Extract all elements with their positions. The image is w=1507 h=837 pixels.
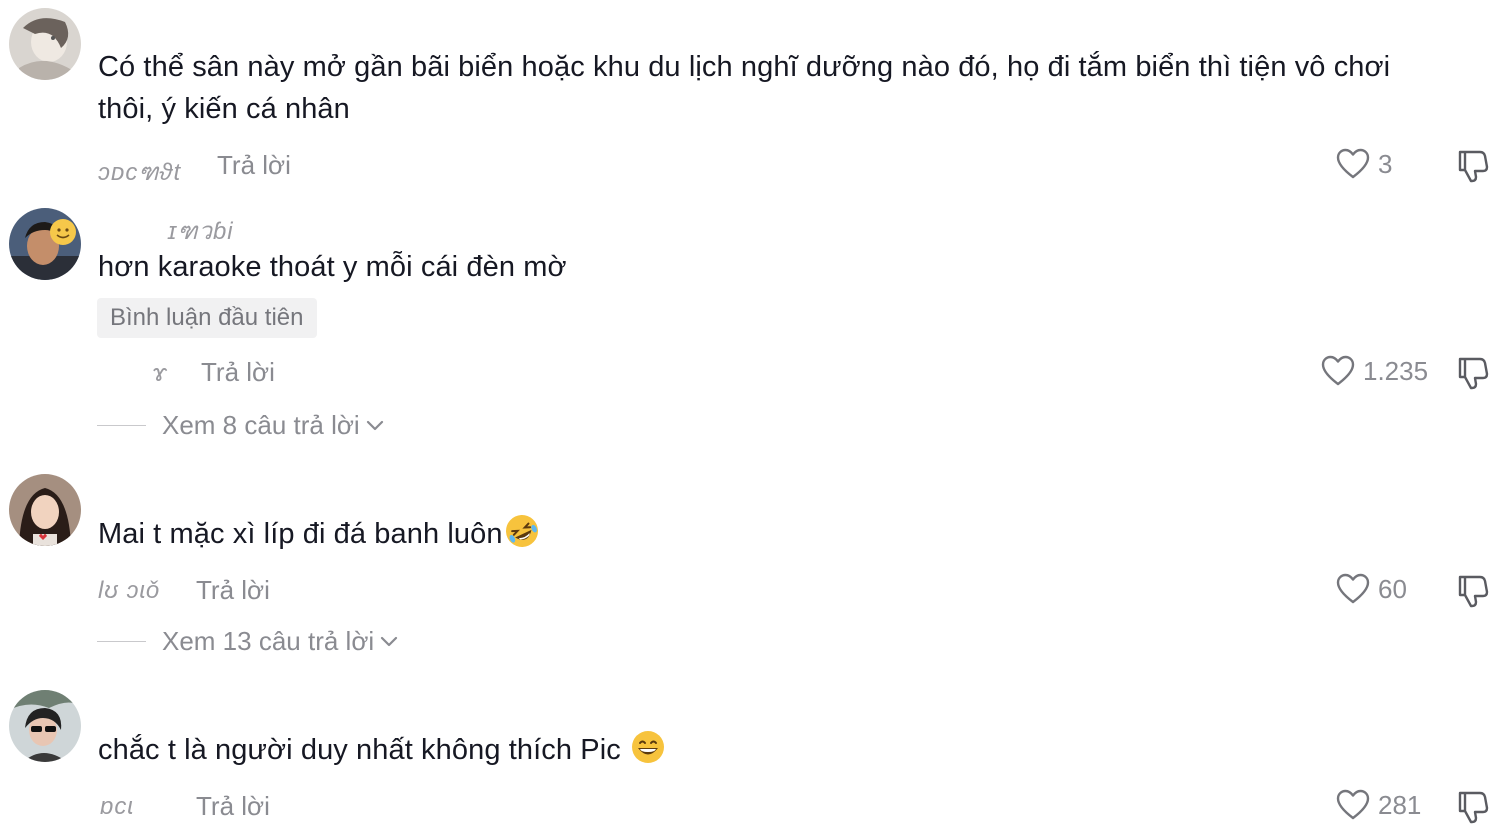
heart-icon: [1336, 573, 1370, 604]
avatar[interactable]: [9, 690, 81, 762]
heart-icon: [1336, 148, 1370, 179]
comment-timestamp: ɫʊ ɔɩǒ: [98, 577, 161, 604]
like-button[interactable]: 3: [1336, 148, 1392, 180]
view-replies-button[interactable]: Xem 13 câu trả lời: [97, 626, 398, 657]
rolling-on-floor-laughing-icon: [505, 515, 538, 547]
reply-button[interactable]: Trả lời: [217, 150, 291, 181]
like-count: 281: [1378, 789, 1422, 820]
comment-text: Mai t mặc xì líp đi đá banh luôn: [98, 512, 541, 555]
reply-button[interactable]: Trả lời: [196, 575, 270, 606]
reply-button[interactable]: Trả lời: [196, 791, 270, 822]
like-count: 3: [1378, 148, 1393, 179]
heart-icon: [1321, 355, 1355, 386]
avatar[interactable]: [9, 208, 81, 280]
view-replies-label: Xem 13 câu trả lời: [162, 626, 375, 656]
dislike-icon[interactable]: [1454, 355, 1490, 391]
comment-text: Có thể sân này mở gần bãi biển hoặc khu …: [98, 51, 1391, 83]
like-count: 60: [1378, 573, 1407, 604]
like-button[interactable]: 60: [1336, 573, 1407, 605]
comment-username[interactable]: ɪฑวɓi: [168, 211, 234, 250]
comment-text-content: chắc t là người duy nhất không thích Pic: [98, 734, 621, 766]
divider: [97, 641, 146, 642]
dislike-icon[interactable]: [1454, 148, 1490, 184]
avatar[interactable]: [9, 8, 81, 80]
view-replies-button[interactable]: Xem 8 câu trả lời: [97, 410, 384, 441]
comment-text-content: Mai t mặc xì líp đi đá banh luôn: [98, 518, 503, 550]
like-count: 1.235: [1363, 355, 1429, 386]
divider: [97, 425, 146, 426]
comment-text-continued: thôi, ý kiến cá nhân: [98, 93, 350, 125]
like-button[interactable]: 281: [1336, 789, 1421, 821]
view-replies-label: Xem 8 câu trả lời: [162, 410, 360, 440]
comment-timestamp: ɤ: [152, 360, 168, 387]
comment-timestamp: ɒᴄɩ: [100, 793, 134, 820]
like-button[interactable]: 1.235: [1321, 355, 1428, 387]
comment-text: hơn karaoke thoát y mỗi cái đèn mờ: [98, 251, 567, 283]
reply-button[interactable]: Trả lời: [201, 357, 275, 388]
dislike-icon[interactable]: [1454, 573, 1490, 609]
comment-text: chắc t là người duy nhất không thích Pic: [98, 728, 667, 771]
chevron-down-icon: [381, 636, 398, 646]
heart-icon: [1336, 789, 1370, 820]
chevron-down-icon: [366, 420, 383, 430]
first-comment-badge: Bình luận đầu tiên: [97, 298, 317, 338]
grinning-face-icon: [632, 731, 665, 763]
avatar[interactable]: [9, 474, 81, 546]
dislike-icon[interactable]: [1454, 789, 1490, 825]
comment-timestamp: ɔᴅᴄฑϑt: [98, 159, 182, 186]
